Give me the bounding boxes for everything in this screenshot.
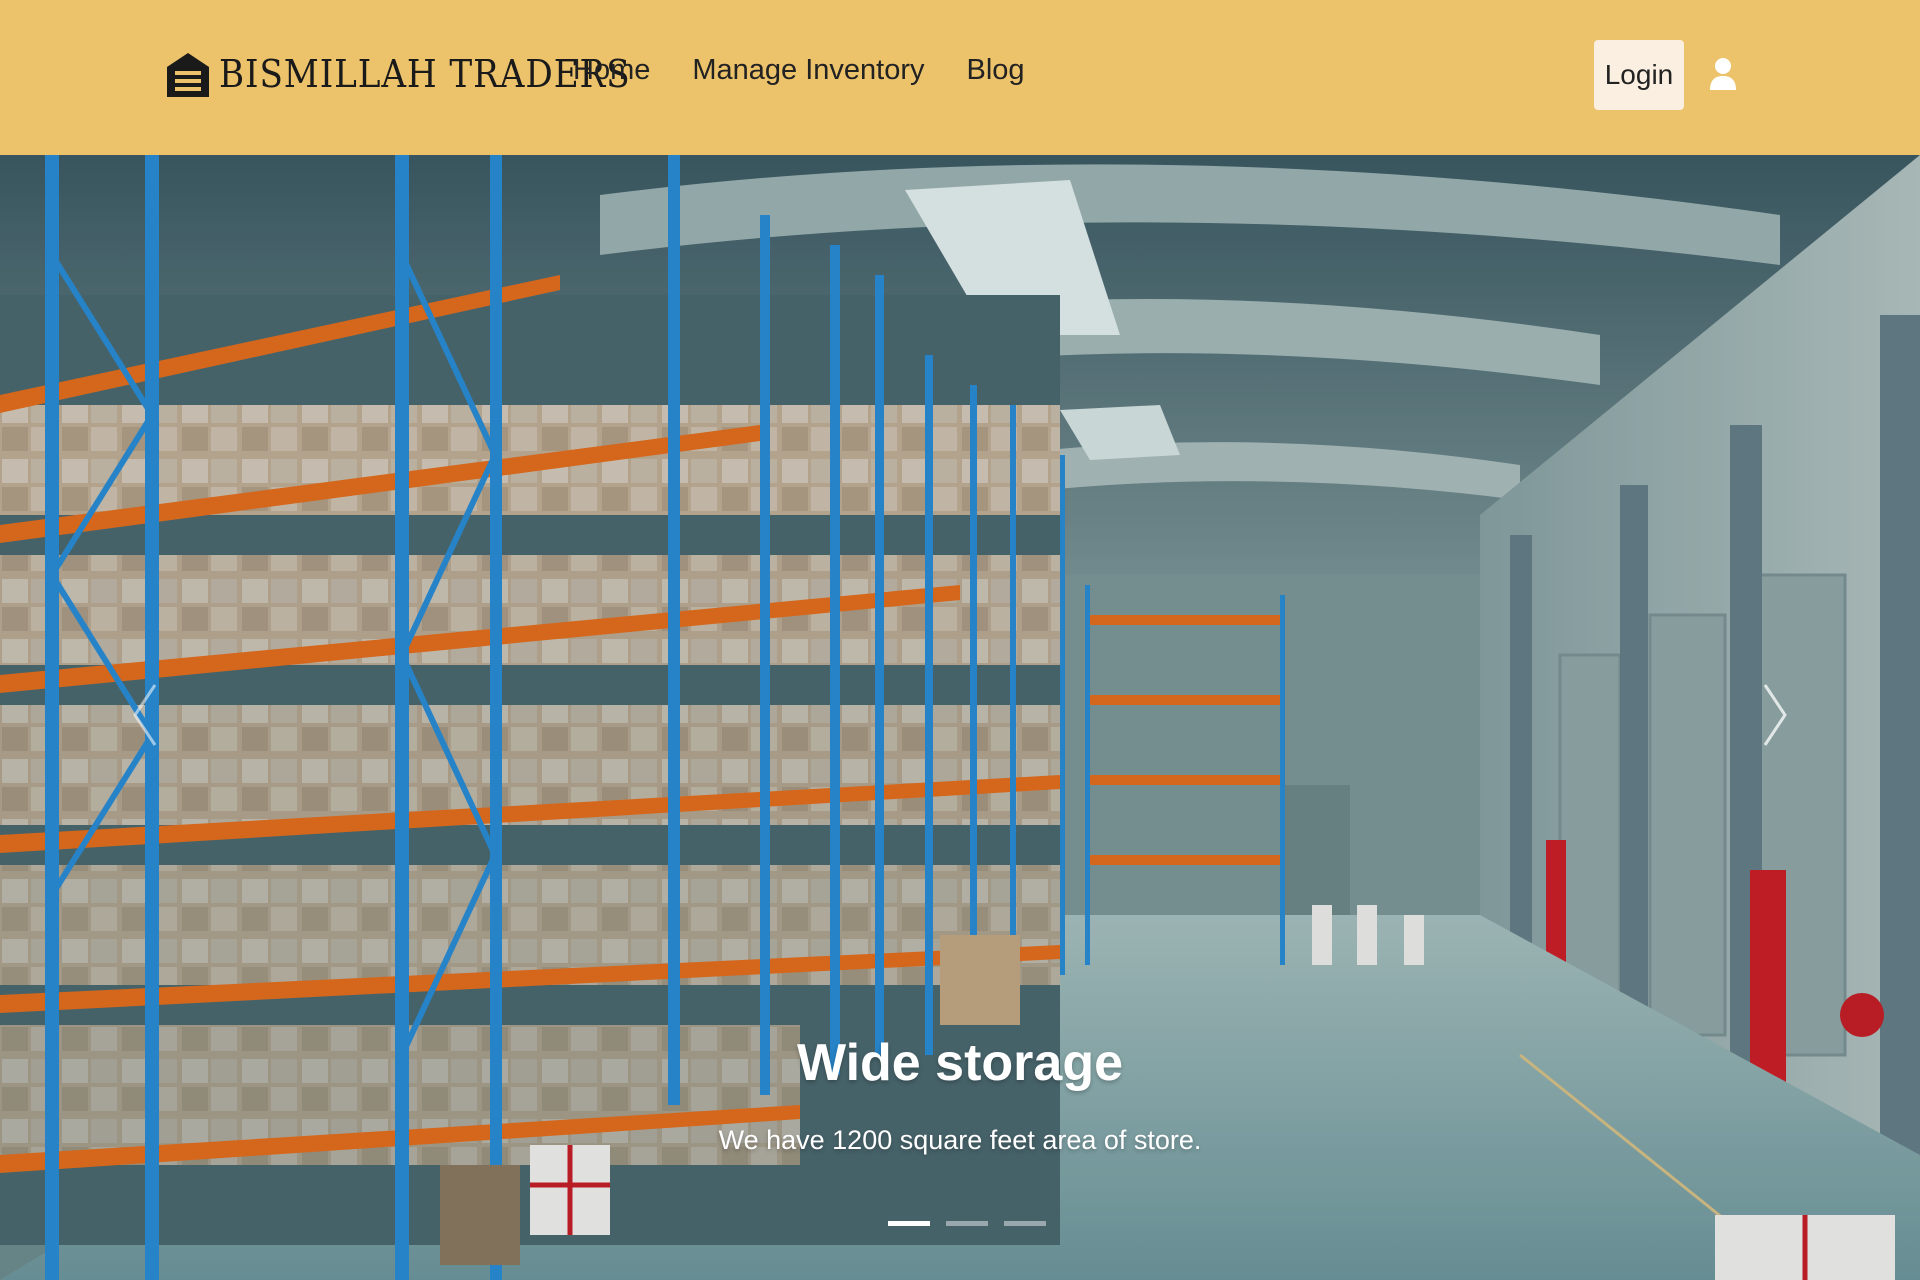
slide-text: We have 1200 square feet area of store. [718,1125,1202,1155]
main-nav: Home Manage Inventory Blog [573,54,1067,87]
nav-link-manage-inventory[interactable]: Manage Inventory [692,54,924,87]
carousel-indicator-1[interactable] [888,1221,930,1226]
brand-name: BISMILLAH TRADERS [219,52,631,96]
navbar: BISMILLAH TRADERS Home Manage Inventory … [0,0,1920,155]
slide-title: Wide storage [796,1034,1124,1092]
chevron-left-icon [133,684,157,746]
carousel-prev-button[interactable] [125,675,165,755]
nav-link-home[interactable]: Home [573,54,650,87]
carousel-next-button[interactable] [1755,675,1795,755]
user-icon[interactable] [1710,57,1736,91]
nav-link-blog[interactable]: Blog [967,54,1025,87]
login-button[interactable]: Login [1594,40,1684,110]
carousel-indicators [888,1221,1046,1226]
warehouse-image [0,155,1920,1280]
chevron-right-icon [1763,684,1787,746]
carousel-indicator-3[interactable] [1004,1221,1046,1226]
carousel-indicator-2[interactable] [946,1221,988,1226]
hero-carousel: Wide storage We have 1200 square feet ar… [0,155,1920,1280]
warehouse-icon [167,53,209,97]
